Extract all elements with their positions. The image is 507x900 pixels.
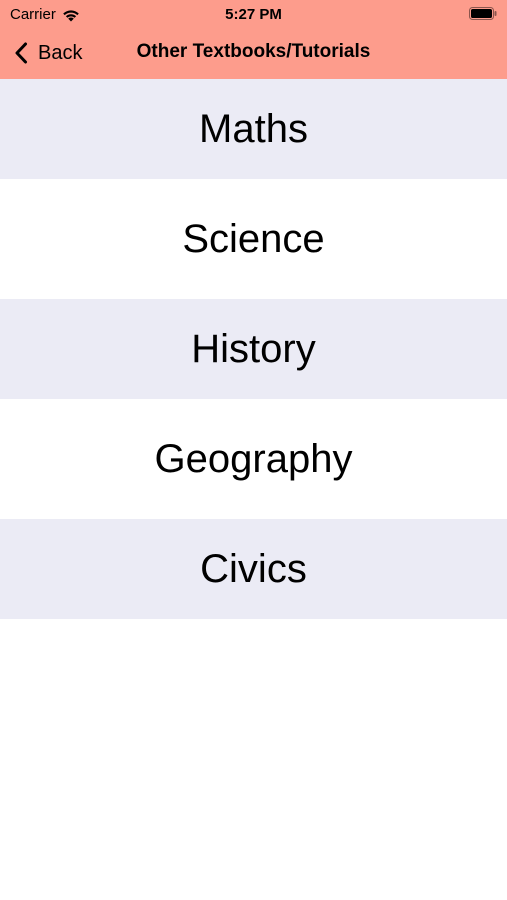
navigation-bar: Back Other Textbooks/Tutorials — [0, 28, 507, 79]
page-title: Other Textbooks/Tutorials — [136, 41, 371, 62]
subject-item-history[interactable]: History — [0, 299, 507, 399]
subject-label: Maths — [199, 106, 308, 151]
subject-item-civics[interactable]: Civics — [0, 519, 507, 619]
battery-icon — [469, 7, 497, 20]
subject-label: Science — [182, 216, 325, 261]
subject-label: History — [191, 326, 316, 371]
status-bar: Carrier 5:27 PM — [0, 0, 507, 28]
subject-label: Geography — [154, 436, 353, 481]
status-time: 5:27 PM — [225, 6, 282, 23]
subject-list: Maths Science History Geography Civics — [0, 79, 507, 619]
header: Carrier 5:27 PM Back Other Textbooks/Tut… — [0, 0, 507, 79]
subject-item-maths[interactable]: Maths — [0, 79, 507, 179]
subject-label: Civics — [200, 546, 307, 591]
subject-item-science[interactable]: Science — [0, 179, 507, 299]
subject-item-geography[interactable]: Geography — [0, 399, 507, 519]
